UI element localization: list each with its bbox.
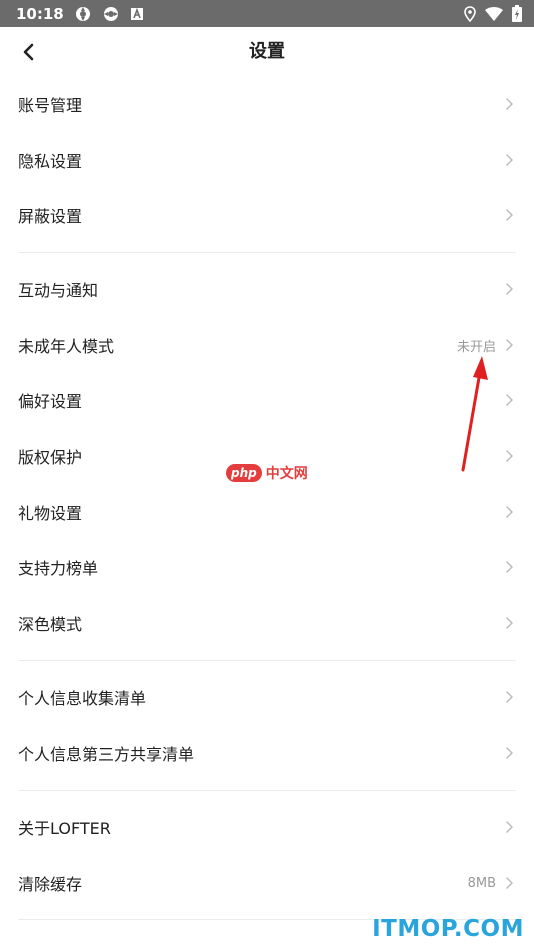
status-bar-right (464, 5, 522, 22)
navigation-bar: 设置 (0, 27, 534, 77)
chevron-right-icon (504, 691, 514, 703)
page-title: 设置 (249, 41, 285, 62)
settings-row-value: 8MB (467, 875, 496, 891)
chevron-right-icon (504, 561, 514, 573)
settings-row-label: 版权保护 (18, 448, 83, 467)
settings-row-account-management[interactable]: 账号管理 (0, 82, 534, 126)
settings-row-label: 屏蔽设置 (18, 207, 83, 226)
settings-row-gift-settings[interactable]: 礼物设置 (0, 490, 534, 534)
settings-row-interaction-notifications[interactable]: 互动与通知 (0, 267, 534, 311)
chevron-right-icon (504, 394, 514, 406)
settings-row-value: 未开启 (456, 339, 496, 355)
settings-row-label: 未成年人模式 (18, 337, 115, 356)
php-badge: php (226, 464, 262, 482)
status-bar: 10:18 (0, 0, 534, 27)
settings-row-third-party-sharing-list[interactable]: 个人信息第三方共享清单 (0, 731, 534, 775)
settings-row-label: 清除缓存 (18, 875, 83, 894)
section-divider (18, 790, 516, 791)
sync-icon (74, 5, 92, 23)
itmop-watermark: ITMOP.COM (372, 916, 524, 942)
chevron-right-icon (504, 877, 514, 889)
sync-icon (102, 5, 120, 23)
settings-row-label: 深色模式 (18, 615, 83, 634)
settings-row-label: 偏好设置 (18, 392, 83, 411)
settings-row-dark-mode[interactable]: 深色模式 (0, 601, 534, 645)
chevron-right-icon (504, 283, 514, 295)
battery-icon (512, 5, 522, 22)
wifi-icon (485, 6, 503, 21)
chevron-right-icon (504, 617, 514, 629)
section-divider (18, 252, 516, 253)
chevron-right-icon (504, 339, 514, 351)
chevron-right-icon (504, 747, 514, 759)
font-icon (130, 7, 144, 21)
settings-row-minor-mode[interactable]: 未成年人模式 未开启 (0, 323, 534, 367)
settings-row-about-lofter[interactable]: 关于LOFTER (0, 805, 534, 849)
location-icon (464, 5, 476, 22)
php-watermark: php 中文网 (226, 463, 308, 483)
settings-row-block-settings[interactable]: 屏蔽设置 (0, 193, 534, 237)
chevron-right-icon (504, 450, 514, 462)
chevron-right-icon (504, 154, 514, 166)
settings-row-label: 个人信息收集清单 (18, 689, 147, 708)
settings-row-label: 隐私设置 (18, 152, 83, 171)
settings-row-label: 关于LOFTER (18, 819, 111, 838)
settings-row-preference-settings[interactable]: 偏好设置 (0, 378, 534, 422)
chevron-right-icon (504, 821, 514, 833)
status-bar-left: 10:18 (16, 5, 144, 23)
chevron-right-icon (504, 209, 514, 221)
status-time: 10:18 (16, 4, 64, 23)
chevron-right-icon (504, 98, 514, 110)
settings-row-label: 互动与通知 (18, 281, 99, 300)
settings-row-label: 账号管理 (18, 96, 83, 115)
settings-row-privacy-settings[interactable]: 隐私设置 (0, 138, 534, 182)
settings-row-label: 个人信息第三方共享清单 (18, 745, 195, 764)
section-divider (18, 660, 516, 661)
settings-row-personal-info-collection-list[interactable]: 个人信息收集清单 (0, 675, 534, 719)
php-watermark-text: 中文网 (265, 466, 308, 482)
chevron-right-icon (504, 506, 514, 518)
settings-row-label: 礼物设置 (18, 504, 83, 523)
settings-row-support-ranking[interactable]: 支持力榜单 (0, 545, 534, 589)
settings-row-clear-cache[interactable]: 清除缓存 8MB (0, 861, 534, 905)
settings-row-label: 支持力榜单 (18, 559, 99, 578)
